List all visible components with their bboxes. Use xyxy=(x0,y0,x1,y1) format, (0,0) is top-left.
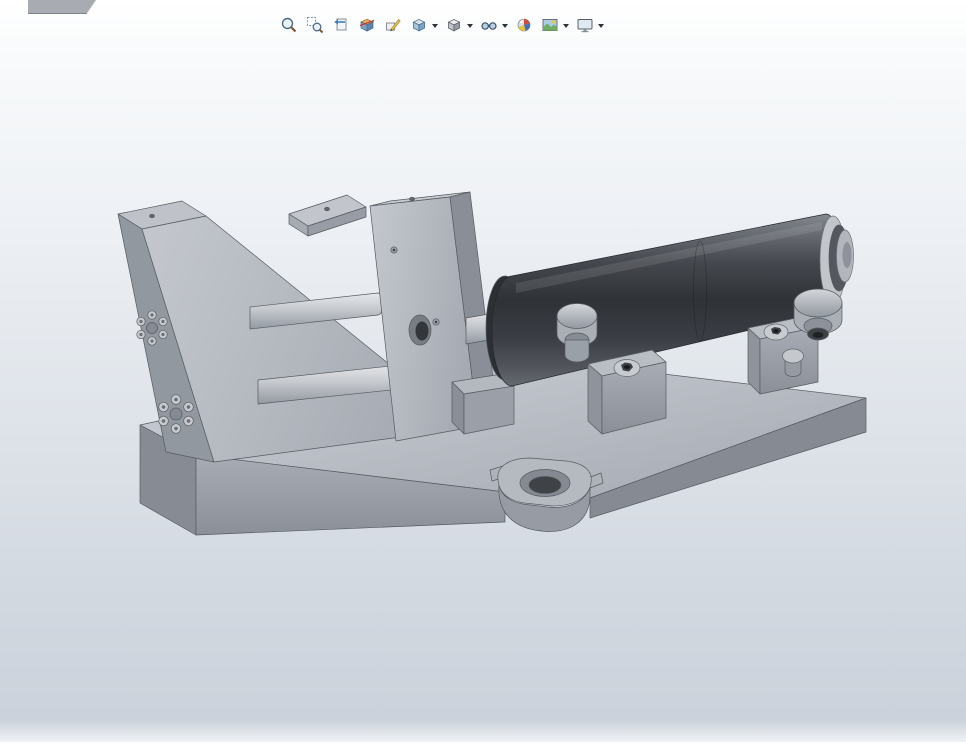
annotation-pencil-icon xyxy=(386,18,401,32)
view-orientation-dropdown-arrow[interactable] xyxy=(432,24,438,28)
hub xyxy=(146,322,158,334)
section-view-button[interactable] xyxy=(356,13,378,37)
previous-view-button[interactable] xyxy=(330,13,352,37)
zoom-to-fit-button[interactable] xyxy=(278,13,300,37)
top-plate-screw xyxy=(324,206,330,212)
knob-stem xyxy=(564,339,590,363)
color-ball-icon xyxy=(517,18,531,32)
zoom-to-fit-icon xyxy=(281,17,297,33)
top-plate[interactable] xyxy=(288,194,367,237)
graphics-viewport[interactable] xyxy=(0,0,966,750)
section-view-icon xyxy=(359,18,375,32)
edit-appearance-button[interactable] xyxy=(513,13,535,37)
knob-cap xyxy=(793,288,843,318)
window-bottom-edge xyxy=(0,742,966,750)
heads-up-view-toolbar xyxy=(276,13,607,37)
display-style-cube-icon xyxy=(447,18,461,32)
zoom-to-area-button[interactable] xyxy=(304,13,326,37)
monitor-icon xyxy=(577,19,593,33)
view-settings-button[interactable] xyxy=(574,13,596,37)
glasses-icon xyxy=(481,22,497,30)
block-left-face xyxy=(747,327,761,395)
knob-cap xyxy=(556,303,598,329)
bracket-top-screw xyxy=(149,213,155,219)
boss-hole xyxy=(528,476,562,494)
apply-scene-button[interactable] xyxy=(539,13,561,37)
collapsed-feature-panel-tab[interactable] xyxy=(28,0,96,14)
hide-show-items-button[interactable] xyxy=(478,13,500,37)
endcap-center xyxy=(842,242,852,268)
saddle-support[interactable] xyxy=(451,373,515,435)
hide-show-items-dropdown-arrow[interactable] xyxy=(502,24,508,28)
cad-model[interactable] xyxy=(0,0,966,750)
scene-photo-icon xyxy=(542,19,558,31)
front-bearing-boss[interactable] xyxy=(489,457,604,532)
previous-view-icon xyxy=(334,18,347,31)
stud-head xyxy=(782,348,804,364)
jaw-top-screw xyxy=(409,196,415,202)
view-settings-dropdown-arrow[interactable] xyxy=(598,24,604,28)
zoom-to-area-icon xyxy=(307,17,324,34)
display-style-button[interactable] xyxy=(443,13,465,37)
hub xyxy=(169,407,183,421)
orientation-cube-icon xyxy=(412,18,426,32)
apply-scene-dropdown-arrow[interactable] xyxy=(563,24,569,28)
display-style-dropdown-arrow[interactable] xyxy=(467,24,473,28)
view-orientation-button[interactable] xyxy=(408,13,430,37)
dynamic-annotation-views-button[interactable] xyxy=(382,13,404,37)
